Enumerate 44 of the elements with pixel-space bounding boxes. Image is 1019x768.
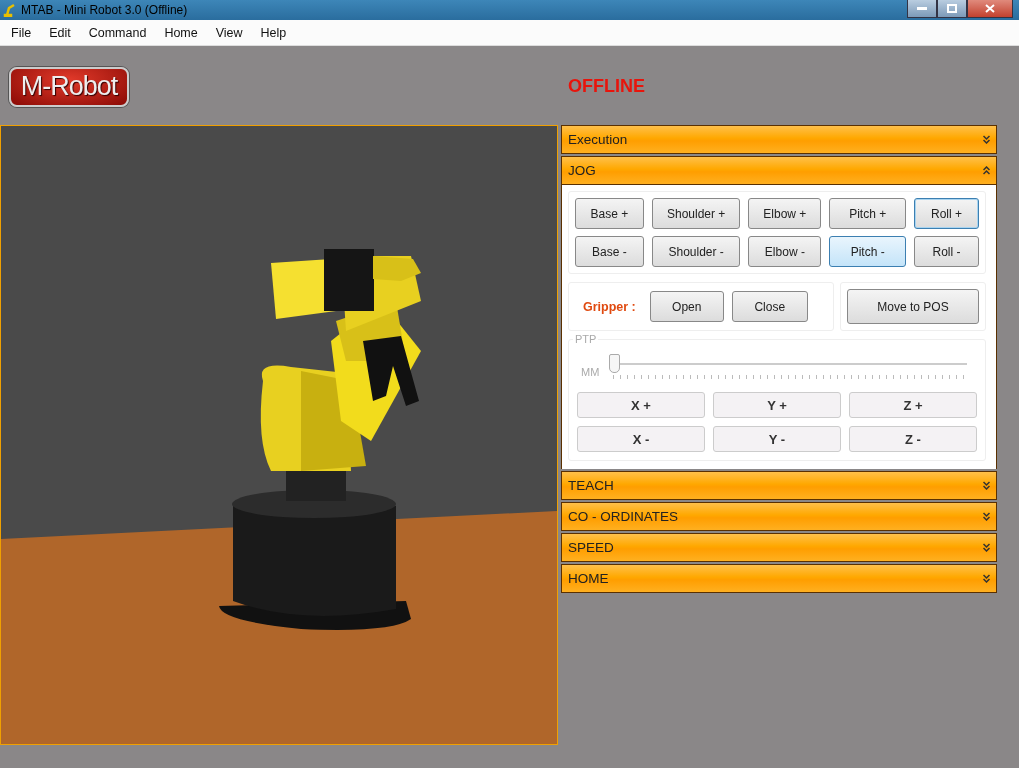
robot-arm-icon <box>3 3 17 17</box>
double-chevron-up-icon <box>983 166 990 175</box>
minimize-button[interactable] <box>907 0 937 18</box>
double-chevron-down-icon <box>983 135 990 144</box>
jog-button[interactable]: Pitch + <box>829 198 907 229</box>
gripper-label: Gripper : <box>583 299 636 314</box>
group-title: PTP <box>573 333 599 345</box>
menu-item[interactable]: Edit <box>42 25 78 40</box>
section-header[interactable]: TEACH <box>561 471 997 500</box>
menu-item[interactable]: Home <box>157 25 205 40</box>
menu-item[interactable]: View <box>208 25 250 40</box>
jog-button[interactable]: Base + <box>575 198 644 229</box>
double-chevron-down-icon <box>983 543 990 552</box>
jog-button[interactable]: Shoulder - <box>651 236 741 267</box>
jog-button[interactable]: Elbow - <box>748 236 822 267</box>
maximize-button[interactable] <box>937 0 967 18</box>
app-logo: M-Robot <box>9 66 129 107</box>
menu-item[interactable]: Help <box>253 25 294 40</box>
window-title: MTAB - Mini Robot 3.0 (Offline) <box>21 3 188 17</box>
section-header[interactable]: CO - ORDINATES <box>561 502 997 531</box>
jog-button[interactable]: Base - <box>575 236 644 267</box>
jog-button[interactable]: Shoulder + <box>651 198 741 229</box>
double-chevron-down-icon <box>983 481 990 490</box>
menu-item[interactable]: File <box>4 25 39 40</box>
jog-button[interactable]: Pitch - <box>829 236 907 267</box>
menu-item[interactable]: Command <box>81 25 154 40</box>
section-header[interactable]: JOG <box>561 156 997 185</box>
gripper-button[interactable]: Open <box>649 291 724 322</box>
unit-label: MM <box>581 366 600 378</box>
section-header[interactable]: HOME <box>561 564 997 593</box>
section-header[interactable]: SPEED <box>561 533 997 562</box>
minimize-icon <box>917 7 927 10</box>
close-button[interactable] <box>967 0 1013 18</box>
section-header[interactable]: Execution <box>561 125 997 154</box>
double-chevron-down-icon <box>983 512 990 521</box>
jog-button[interactable]: Elbow + <box>748 198 822 229</box>
move-to-pos-button[interactable]: Move to POS <box>847 289 979 324</box>
jog-button[interactable]: Roll - <box>914 236 979 267</box>
maximize-icon <box>947 4 957 13</box>
double-chevron-down-icon <box>983 574 990 583</box>
connection-status: OFFLINE <box>568 76 645 97</box>
gripper-button[interactable]: Close <box>731 291 808 322</box>
close-icon <box>985 4 995 13</box>
jog-button[interactable]: Roll + <box>914 198 979 229</box>
